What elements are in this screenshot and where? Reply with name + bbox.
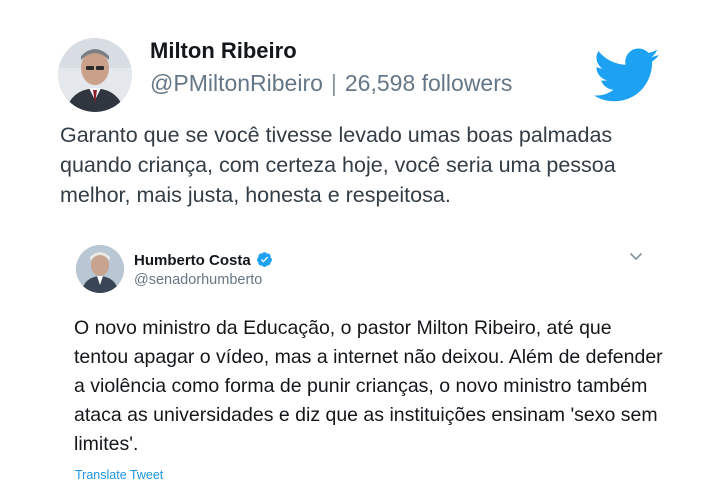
tweet-text: Garanto que se você tivesse levado umas … [60,123,616,207]
twitter-bird-icon [593,48,660,104]
avatar[interactable] [58,38,132,112]
verified-badge-icon [256,252,272,267]
quoted-author-name[interactable]: Humberto Costa [134,251,273,269]
quoted-tweet-text: O novo ministro da Educação, o pastor Mi… [74,317,663,455]
chevron-down-icon[interactable] [628,250,644,262]
screenshot-canvas: Milton Ribeiro @PMiltonRibeiro | 26,598 fo… [0,0,717,487]
quoted-profile-photo [76,245,124,293]
author-name[interactable]: Milton Ribeiro [150,38,297,64]
translate-tweet-link[interactable]: Translate Tweet [75,468,163,482]
author-meta: @PMiltonRibeiro | 26,598 followers [150,70,512,97]
follower-count: 26,598 followers [344,70,513,96]
quoted-avatar[interactable] [76,245,124,293]
quoted-author-name-text: Humberto Costa [134,252,251,269]
profile-photo [58,38,132,112]
quoted-author-handle[interactable]: @senadorhumberto [134,272,262,288]
author-handle[interactable]: @PMiltonRibeiro [150,70,323,96]
meta-separator: | [330,70,337,96]
